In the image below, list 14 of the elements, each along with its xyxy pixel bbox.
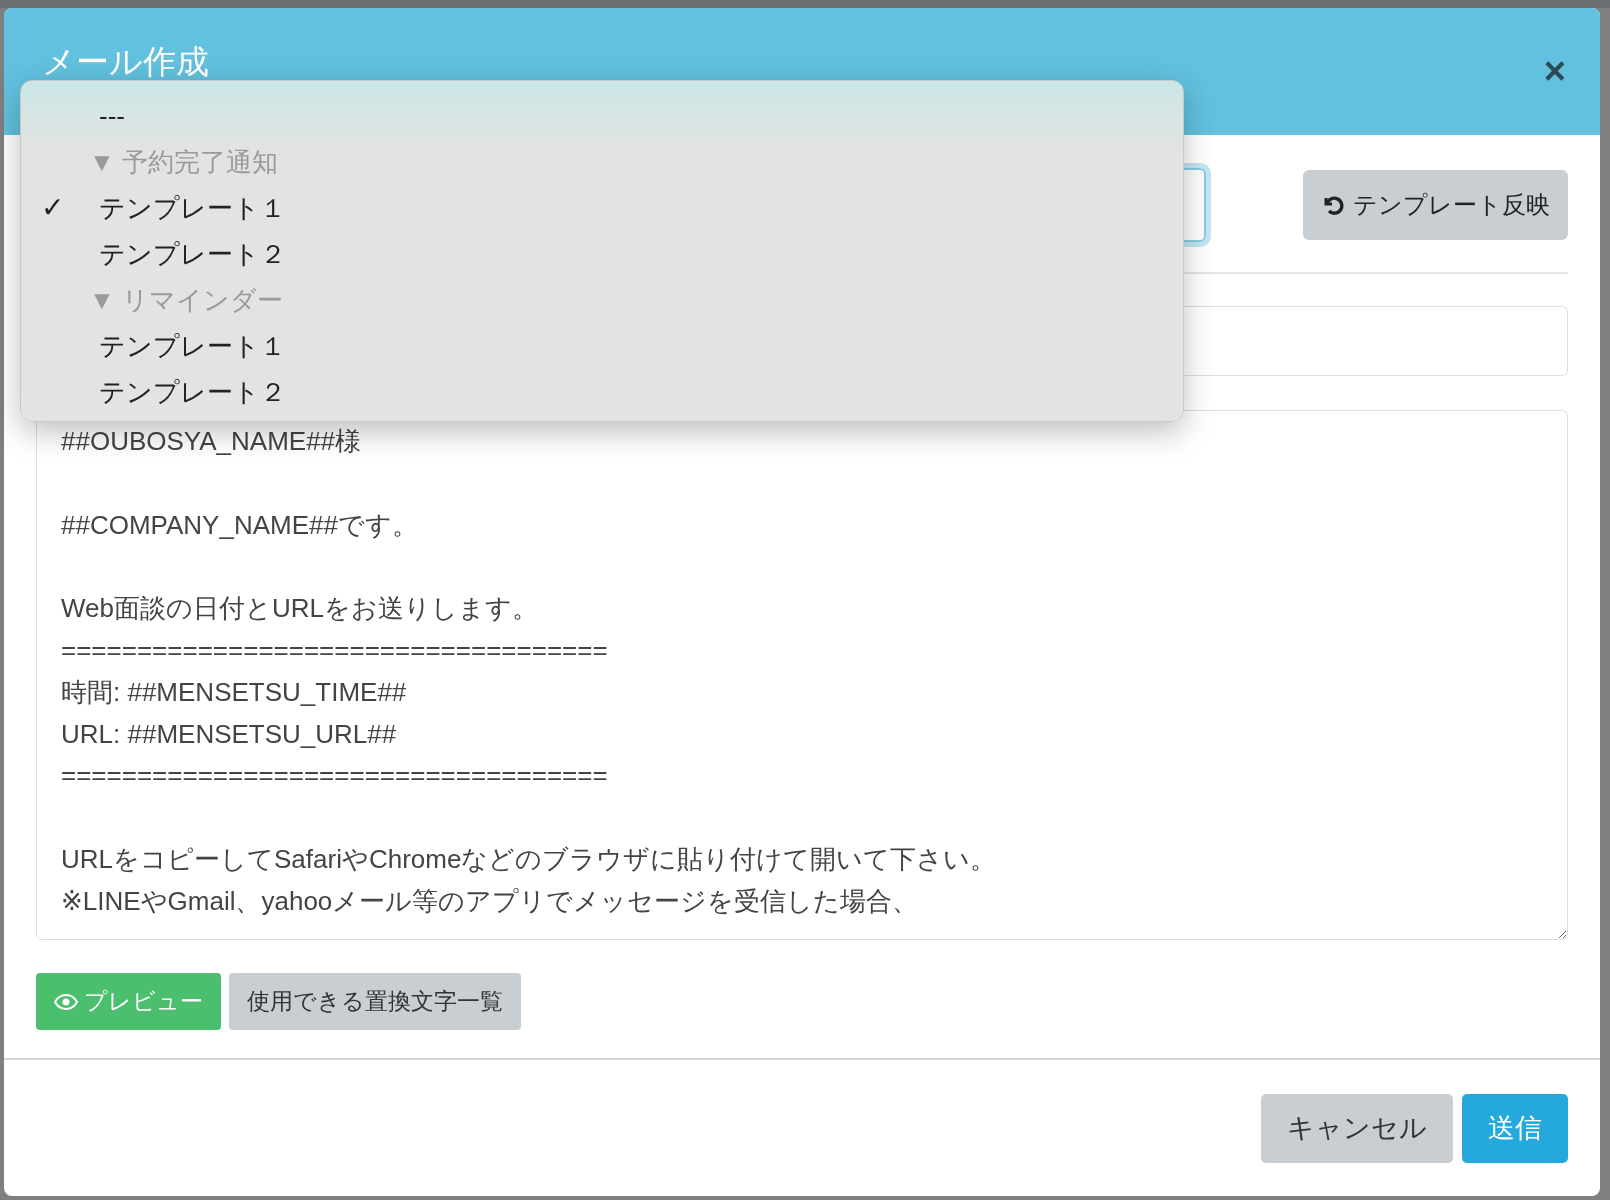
cancel-button[interactable]: キャンセル (1261, 1093, 1453, 1163)
check-icon: ✓ (41, 192, 65, 223)
close-button[interactable]: × (1539, 52, 1570, 90)
option-group-label: ▼ リマインダー (88, 283, 284, 317)
dropdown-option[interactable]: --- (21, 93, 1183, 139)
dropdown-option[interactable]: テンプレート１ (21, 323, 1183, 369)
eye-icon (54, 993, 78, 1010)
dialog-title: メール作成 (42, 44, 209, 81)
dropdown-option[interactable]: ✓ テンプレート１ (21, 185, 1183, 231)
dropdown-option[interactable]: テンプレート２ (21, 231, 1183, 277)
option-group-label: ▼ 予約完了通知 (88, 145, 279, 179)
replacement-list-button[interactable]: 使用できる置換文字一覧 (229, 973, 521, 1030)
apply-template-button[interactable]: テンプレート反映 (1303, 170, 1568, 240)
message-body-field[interactable]: ##OUBOSYA_NAME##様 ##COMPANY_NAME##です。 Web面談の日付とURLをお送りします。 ==================================== 時間: ##MENSETSU_TIME## URL: ##MENSETSU_URL## ==================================== URLをコピーしてSafariやChromeなどのブラウザに貼り付けて開いて下さい。 ※LINEやGmail、yahooメール等のアプリでメッセージを受信した場合、 (36, 410, 1568, 940)
